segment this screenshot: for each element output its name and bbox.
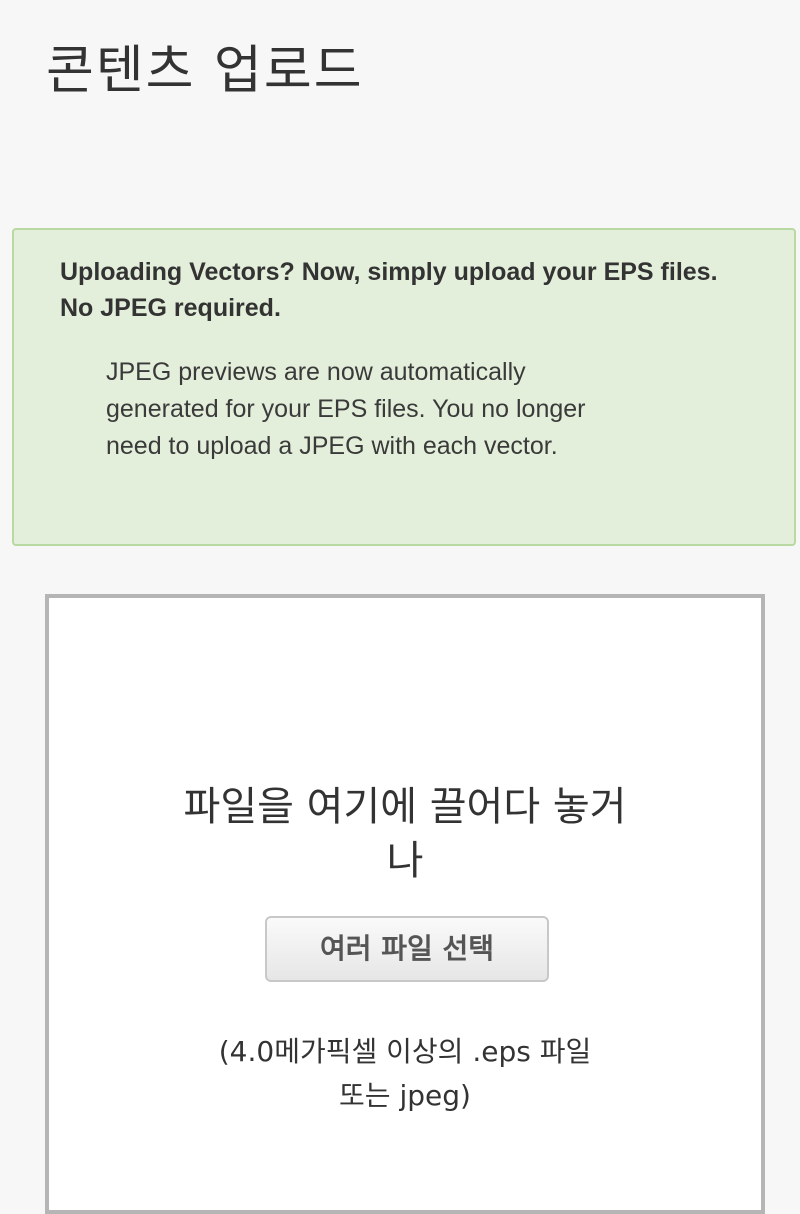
notice-heading: Uploading Vectors? Now, simply upload yo… (60, 258, 718, 322)
vector-upload-notice: Uploading Vectors? Now, simply upload yo… (12, 228, 796, 546)
select-files-button[interactable]: 여러 파일 선택 (265, 916, 549, 982)
notice-body: JPEG previews are now automatically gene… (106, 358, 586, 460)
file-dropzone[interactable]: 파일을 여기에 끌어다 놓거나 여러 파일 선택 (4.0메가픽셀 이상의 .e… (45, 594, 765, 1214)
drop-instructions: 파일을 여기에 끌어다 놓거나 (183, 784, 627, 884)
page-title: 콘텐츠 업로드 (46, 41, 364, 101)
file-requirements-hint: (4.0메가픽셀 이상의 .eps 파일 또는 jpeg) (218, 1035, 592, 1112)
